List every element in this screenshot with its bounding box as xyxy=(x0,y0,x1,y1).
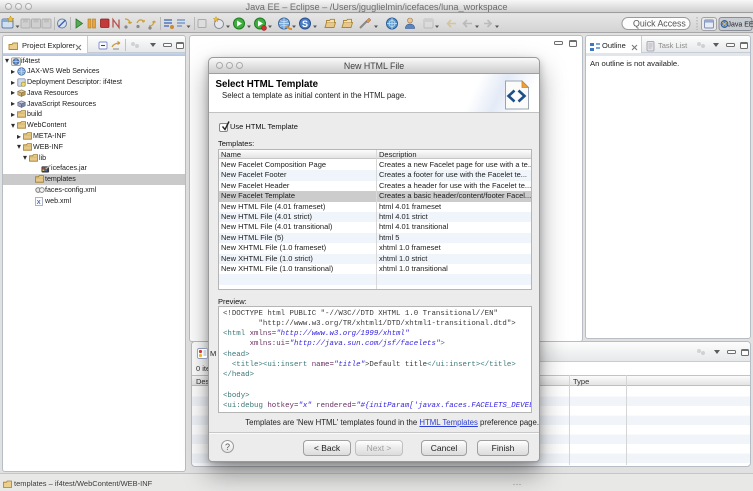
svg-text:S: S xyxy=(302,19,308,29)
svg-text:Java EE: Java EE xyxy=(728,22,753,29)
svg-text:Quick Access: Quick Access xyxy=(633,19,686,29)
svg-text:X: X xyxy=(37,200,41,206)
